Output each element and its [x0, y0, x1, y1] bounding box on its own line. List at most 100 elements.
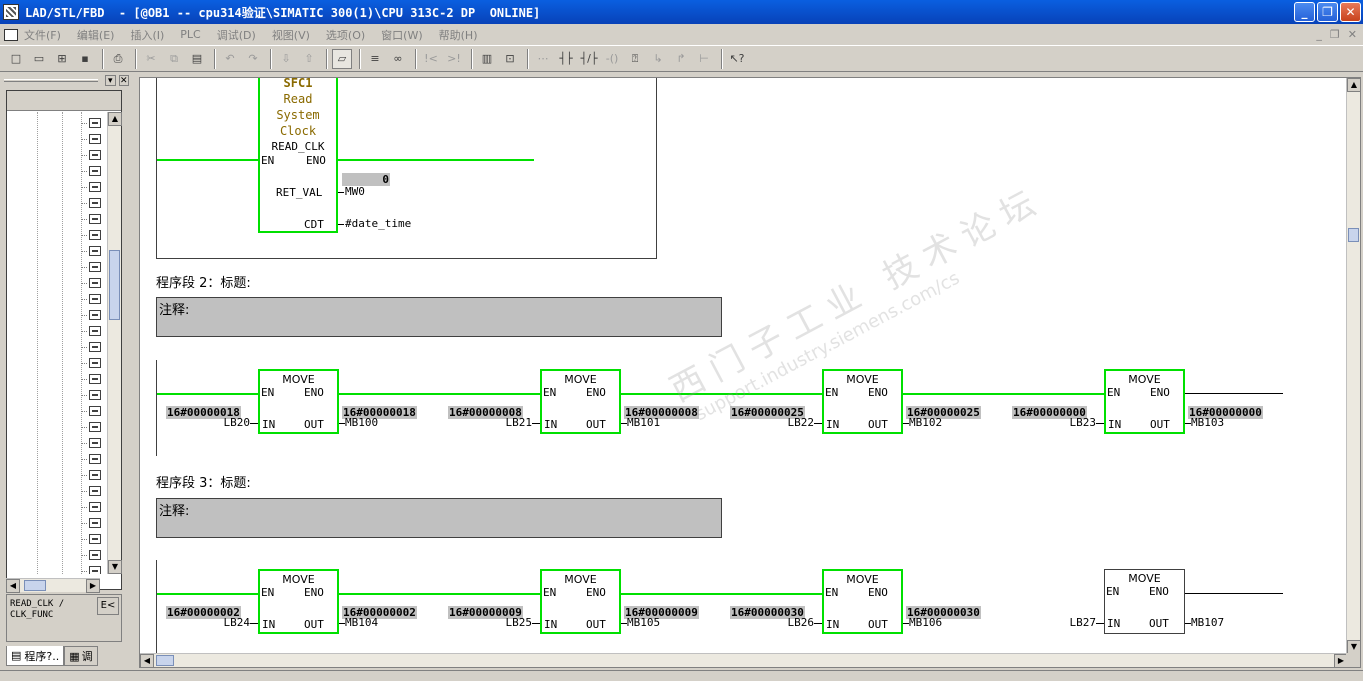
move-block[interactable]: MOVE EN ENO IN OUT: [540, 369, 621, 434]
tree-folder-icon[interactable]: [81, 182, 103, 192]
tree-folder-icon[interactable]: [81, 262, 103, 272]
monitor-icon[interactable]: ▱: [332, 48, 352, 69]
in-operand[interactable]: LB25: [480, 616, 533, 629]
out-operand[interactable]: MB102: [909, 416, 942, 429]
network-3-title[interactable]: 程序段 3：标题:: [156, 472, 251, 491]
tree-folder-icon[interactable]: [81, 406, 103, 416]
tree-folder-icon[interactable]: [81, 358, 103, 368]
move-block[interactable]: MOVE EN ENO IN OUT: [258, 569, 339, 634]
new-network-icon[interactable]: ⋯: [533, 49, 553, 69]
tree-folder-icon[interactable]: [81, 470, 103, 480]
empty-box-icon[interactable]: ⍰: [625, 49, 645, 69]
cdt-operand[interactable]: #date_time: [345, 217, 411, 230]
tree-folder-icon[interactable]: [81, 502, 103, 512]
open-icon[interactable]: ▭: [29, 49, 49, 69]
move-block[interactable]: MOVE EN ENO IN OUT: [540, 569, 621, 634]
download-icon[interactable]: ⇩: [276, 49, 296, 69]
paste-icon[interactable]: ▤: [187, 49, 207, 69]
tree-folder-icon[interactable]: [81, 486, 103, 496]
tree-folder-icon[interactable]: [81, 310, 103, 320]
info-toggle-button[interactable]: E<: [97, 597, 119, 615]
out-operand[interactable]: MB103: [1191, 416, 1224, 429]
mdi-close-button[interactable]: ✕: [1348, 28, 1357, 41]
move-block[interactable]: MOVE EN ENO IN OUT: [822, 569, 903, 634]
ret-val-operand[interactable]: MW0: [345, 185, 365, 198]
panel-dropdown-icon[interactable]: ▾: [105, 74, 116, 86]
glasses-icon[interactable]: ∞: [388, 49, 408, 69]
move-block[interactable]: MOVE EN ENO IN OUT: [1104, 369, 1185, 434]
menu-plc[interactable]: PLC: [180, 28, 200, 41]
tree-folder-icon[interactable]: [81, 342, 103, 352]
minimize-button[interactable]: _: [1294, 2, 1315, 22]
tab-program-elements[interactable]: ▤ 程序?..: [6, 646, 65, 666]
editor-horizontal-scrollbar[interactable]: ◀ ▶: [140, 653, 1348, 667]
app-icon[interactable]: [3, 4, 19, 20]
in-operand[interactable]: LB27: [1044, 616, 1097, 629]
contact-nc-icon[interactable]: ┤/├: [579, 49, 599, 69]
menu-options[interactable]: 选项(O): [326, 27, 365, 43]
print-icon[interactable]: ⎙: [108, 49, 128, 69]
menu-edit[interactable]: 编辑(E): [77, 27, 115, 43]
scroll-right-icon[interactable]: ▶: [86, 579, 100, 593]
move-block[interactable]: MOVE EN ENO IN OUT: [822, 369, 903, 434]
tab-call-structure[interactable]: ▦ 调: [64, 646, 98, 666]
out-operand[interactable]: MB105: [627, 616, 660, 629]
out-operand[interactable]: MB101: [627, 416, 660, 429]
scroll-down-icon[interactable]: ▼: [1347, 640, 1360, 654]
out-operand[interactable]: MB104: [345, 616, 378, 629]
out-operand[interactable]: MB107: [1191, 616, 1224, 629]
ladder-canvas[interactable]: SFC1 Read System Clock READ_CLK EN ENO R…: [140, 78, 1348, 654]
upload-icon[interactable]: ⇧: [299, 49, 319, 69]
in-operand[interactable]: LB21: [480, 416, 533, 429]
scroll-left-icon[interactable]: ◀: [140, 654, 154, 667]
overview-icon[interactable]: ≡: [365, 49, 385, 69]
mdi-minimize-button[interactable]: _: [1316, 28, 1322, 41]
move-block[interactable]: MOVE EN ENO IN OUT: [258, 369, 339, 434]
undo-icon[interactable]: ↶: [220, 49, 240, 69]
title-bar[interactable]: LAD/STL/FBD - [@OB1 -- cpu314验证\SIMATIC …: [0, 0, 1363, 24]
tree-folder-icon[interactable]: [81, 278, 103, 288]
tree-folder-icon[interactable]: [81, 150, 103, 160]
prev-network-icon[interactable]: !<: [421, 49, 441, 69]
zoom-icon[interactable]: ⊡: [500, 49, 520, 69]
in-operand[interactable]: LB26: [762, 616, 815, 629]
tree-vertical-scrollbar[interactable]: ▲ ▼: [107, 112, 122, 574]
tree-folder-icon[interactable]: [81, 134, 103, 144]
new-icon[interactable]: □: [6, 49, 26, 69]
scroll-left-icon[interactable]: ◀: [6, 579, 20, 593]
out-operand[interactable]: MB100: [345, 416, 378, 429]
menu-debug[interactable]: 调试(D): [217, 27, 256, 43]
tree-folder-icon[interactable]: [81, 422, 103, 432]
tree-folder-icon[interactable]: [81, 550, 103, 560]
in-operand[interactable]: LB24: [198, 616, 251, 629]
tree-horizontal-scrollbar[interactable]: ◀ ▶: [6, 578, 100, 593]
menu-window[interactable]: 窗口(W): [381, 27, 422, 43]
menu-insert[interactable]: 插入(I): [130, 27, 164, 43]
scroll-thumb[interactable]: [24, 580, 46, 591]
scroll-thumb[interactable]: [109, 250, 120, 320]
tree-folder-icon[interactable]: [81, 374, 103, 384]
tree-folder-icon[interactable]: [81, 118, 103, 128]
save-icon[interactable]: ▪: [75, 49, 95, 69]
scroll-thumb[interactable]: [1348, 228, 1359, 242]
open-branch-icon[interactable]: ↳: [648, 49, 668, 69]
tree-folder-icon[interactable]: [81, 534, 103, 544]
out-operand[interactable]: MB106: [909, 616, 942, 629]
scroll-up-icon[interactable]: ▲: [1347, 78, 1360, 92]
tree-folder-icon[interactable]: [81, 294, 103, 304]
in-operand[interactable]: LB20: [198, 416, 251, 429]
help-pointer-icon[interactable]: ↖?: [727, 49, 747, 69]
menu-help[interactable]: 帮助(H): [439, 27, 478, 43]
network-3-comment[interactable]: 注释:: [156, 498, 722, 538]
tree-folder-icon[interactable]: [81, 246, 103, 256]
in-operand[interactable]: LB22: [762, 416, 815, 429]
restore-button[interactable]: ❐: [1317, 2, 1338, 22]
tree-folder-icon[interactable]: [81, 230, 103, 240]
coil-icon[interactable]: -(): [602, 49, 622, 69]
panel-close-icon[interactable]: ✕: [118, 74, 129, 86]
next-network-icon[interactable]: >!: [444, 49, 464, 69]
network-2-comment[interactable]: 注释:: [156, 297, 722, 337]
tree-folder-icon[interactable]: [81, 454, 103, 464]
mdi-restore-button[interactable]: ❐: [1330, 28, 1340, 41]
tree-folder-icon[interactable]: [81, 326, 103, 336]
